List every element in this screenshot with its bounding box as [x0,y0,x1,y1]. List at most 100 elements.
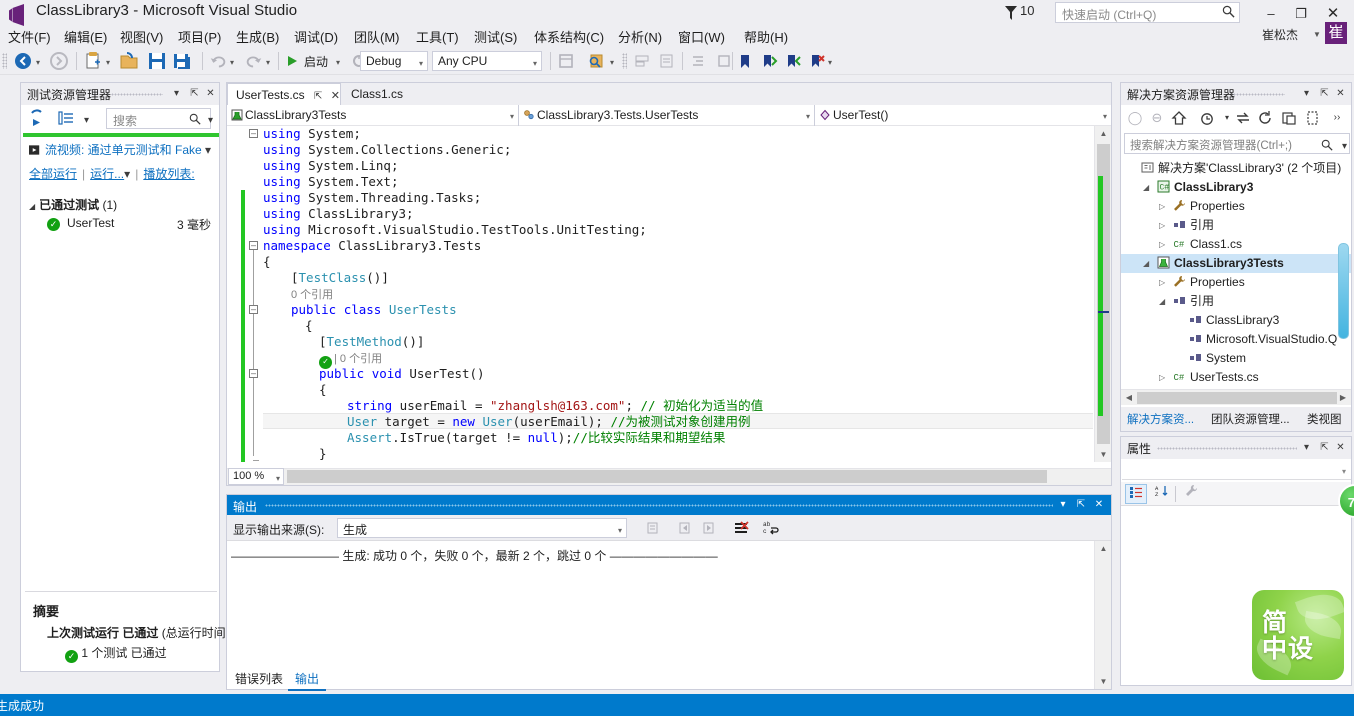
solution-configuration-combo[interactable]: Debug ▾ [360,51,428,71]
toggle-word-wrap-icon[interactable]: ab c [762,519,780,537]
test-video-link[interactable]: 流视频: 通过单元测试和 Fake ▾ [29,141,211,158]
menu-tools[interactable]: 工具(T) [410,24,465,49]
solution-tree-item[interactable]: ▷ 引用 [1121,216,1351,235]
menu-debug[interactable]: 调试(D) [288,24,344,49]
pin-icon[interactable]: ⇱ [1317,86,1332,101]
code-line[interactable]: Assert.IsTrue(target != null);//比较实际结果和期… [347,430,725,446]
alphabetical-view-button[interactable]: A Z [1151,484,1173,504]
codelens-reference-count[interactable]: 0 个引用 [291,289,333,301]
nav-class-combo[interactable]: ClassLibrary3.Tests.UserTests ▾ [519,105,815,126]
output-source-combo[interactable]: 生成 ▾ [337,518,627,538]
chevron-down-icon[interactable]: ▾ [618,526,622,535]
user-account-name[interactable]: 崔松杰 [1262,26,1298,43]
expand-arrow-icon[interactable]: ◢ [29,202,35,211]
code-line[interactable]: public class UserTests [291,302,457,318]
properties-dropdown-icon[interactable]: ▾ [1299,440,1314,455]
solution-tree-item[interactable]: ◢ ClassLibrary3Tests [1121,254,1351,273]
quick-launch-input[interactable]: 快速启动 (Ctrl+Q) [1055,2,1240,23]
collapse-all-icon[interactable] [1281,110,1297,126]
code-line[interactable]: using Microsoft.VisualStudio.TestTools.U… [263,222,647,238]
solution-platform-combo[interactable]: Any CPU ▾ [432,51,542,71]
expand-arrow-icon[interactable]: ▷ [1159,273,1165,292]
toolbar-grip-2[interactable] [622,53,627,69]
output-dropdown-icon[interactable]: ▾ [1055,497,1071,513]
close-icon[interactable]: ✕ [203,86,218,101]
refresh-icon[interactable] [1257,110,1273,126]
pin-icon[interactable]: ⇱ [187,86,202,101]
menu-file[interactable]: 文件(F) [2,24,57,49]
solution-tree-scrollbar-thumb[interactable] [1338,243,1349,339]
playlist-link[interactable]: 播放列表: [143,167,194,181]
code-line[interactable]: User target = new User(userEmail); //为被测… [347,414,751,430]
search-dropdown-icon[interactable]: ▾ [1337,139,1352,154]
close-icon[interactable]: ✕ [1091,497,1107,513]
nav-member-combo[interactable]: UserTest() ▾ [815,105,1111,126]
code-line[interactable]: public void UserTest() [319,366,485,382]
group-by-icon[interactable] [57,109,75,127]
menu-window[interactable]: 窗口(W) [672,24,731,49]
chevron-down-icon[interactable]: ▾ [1217,108,1237,128]
find-in-files-icon[interactable] [586,50,606,72]
menu-edit[interactable]: 编辑(E) [58,24,113,49]
next-bookmark-icon[interactable] [760,50,778,72]
tab-error-list[interactable]: 错误列表 [228,668,290,689]
scroll-down-icon[interactable]: ▼ [1095,447,1112,462]
code-line[interactable]: } [319,446,327,462]
clear-output-icon[interactable] [733,519,751,537]
solution-explorer-dropdown-icon[interactable]: ▾ [1299,86,1314,101]
pin-icon[interactable]: ⇱ [1317,440,1332,455]
save-icon[interactable] [146,50,168,72]
tab-output[interactable]: 输出 [288,668,327,691]
menu-architecture[interactable]: 体系结构(C) [528,24,610,49]
tab-solution-explorer[interactable]: 解决方案资... [1123,411,1198,427]
search-icon[interactable] [189,113,201,125]
close-icon[interactable]: ✕ [1333,440,1348,455]
output-vertical-scrollbar[interactable]: ▲ ▼ [1094,541,1111,689]
pin-icon[interactable]: ⇱ [1073,497,1089,513]
minimize-button[interactable]: – [1258,4,1284,24]
avatar[interactable]: 崔 [1325,22,1347,44]
save-all-icon[interactable] [172,50,194,72]
menu-project[interactable]: 项目(P) [172,24,227,49]
sync-with-editor-icon[interactable] [1235,110,1251,126]
tab-usertests-cs[interactable]: UserTests.cs ⇱ ✕ [227,83,341,105]
scroll-up-icon[interactable]: ▲ [1095,126,1112,141]
code-line[interactable]: { [319,382,327,398]
chevron-down-icon[interactable]: ▾ [419,59,423,68]
expand-arrow-icon[interactable]: ▷ [1159,216,1165,235]
tab-team-explorer[interactable]: 团队资源管理... [1207,411,1294,427]
hscrollbar-thumb[interactable] [287,470,1047,483]
group-by-dropdown-icon[interactable]: ▾ [79,113,94,128]
menu-build[interactable]: 生成(B) [230,24,285,49]
test-explorer-dropdown-icon[interactable]: ▾ [169,86,184,101]
code-line[interactable]: ✓ | 0 个引用 [319,350,382,369]
outlining-collapse-icon[interactable]: – [249,129,258,138]
search-icon[interactable] [1321,139,1333,151]
menu-team[interactable]: 团队(M) [348,24,406,49]
hscrollbar-thumb[interactable] [1137,392,1337,404]
tab-class-view[interactable]: 类视图 [1303,411,1346,427]
maximize-button[interactable]: ❐ [1288,4,1314,24]
toolbar-overflow-icon[interactable]: ▾ [828,58,832,67]
previous-bookmark-icon[interactable] [784,50,802,72]
run-link[interactable]: 运行... [90,167,124,181]
expand-arrow-icon[interactable]: ▷ [1159,197,1165,216]
properties-object-combo[interactable]: ▾ [1122,460,1351,480]
run-all-link[interactable]: 全部运行 [29,167,77,181]
solution-tree-item[interactable]: ClassLibrary3 [1121,311,1351,330]
menu-analyze[interactable]: 分析(N) [612,24,668,49]
search-icon[interactable] [1222,5,1235,18]
solution-tree-item[interactable]: ◢ C# ClassLibrary3 [1121,178,1351,197]
close-button[interactable]: ✕ [1320,4,1346,24]
chevron-down-icon[interactable]: ▾ [533,59,537,68]
code-line[interactable]: 0 个引用 [291,286,333,302]
tab-class1-cs[interactable]: Class1.cs [343,83,409,105]
chevron-down-icon[interactable]: ▾ [205,143,211,157]
codelens-reference-count[interactable]: | 0 个引用 [334,353,382,365]
output-text-area[interactable]: ————————— 生成: 成功 0 个，失败 0 个，最新 2 个，跳过 0 … [227,541,1094,689]
pending-changes-icon[interactable] [1199,110,1215,126]
solution-tree-item[interactable]: System [1121,349,1351,368]
outlining-collapse-icon[interactable]: – [249,241,258,250]
nav-project-combo[interactable]: ClassLibrary3Tests ▾ [227,105,519,126]
start-debug-icon[interactable] [284,50,300,72]
